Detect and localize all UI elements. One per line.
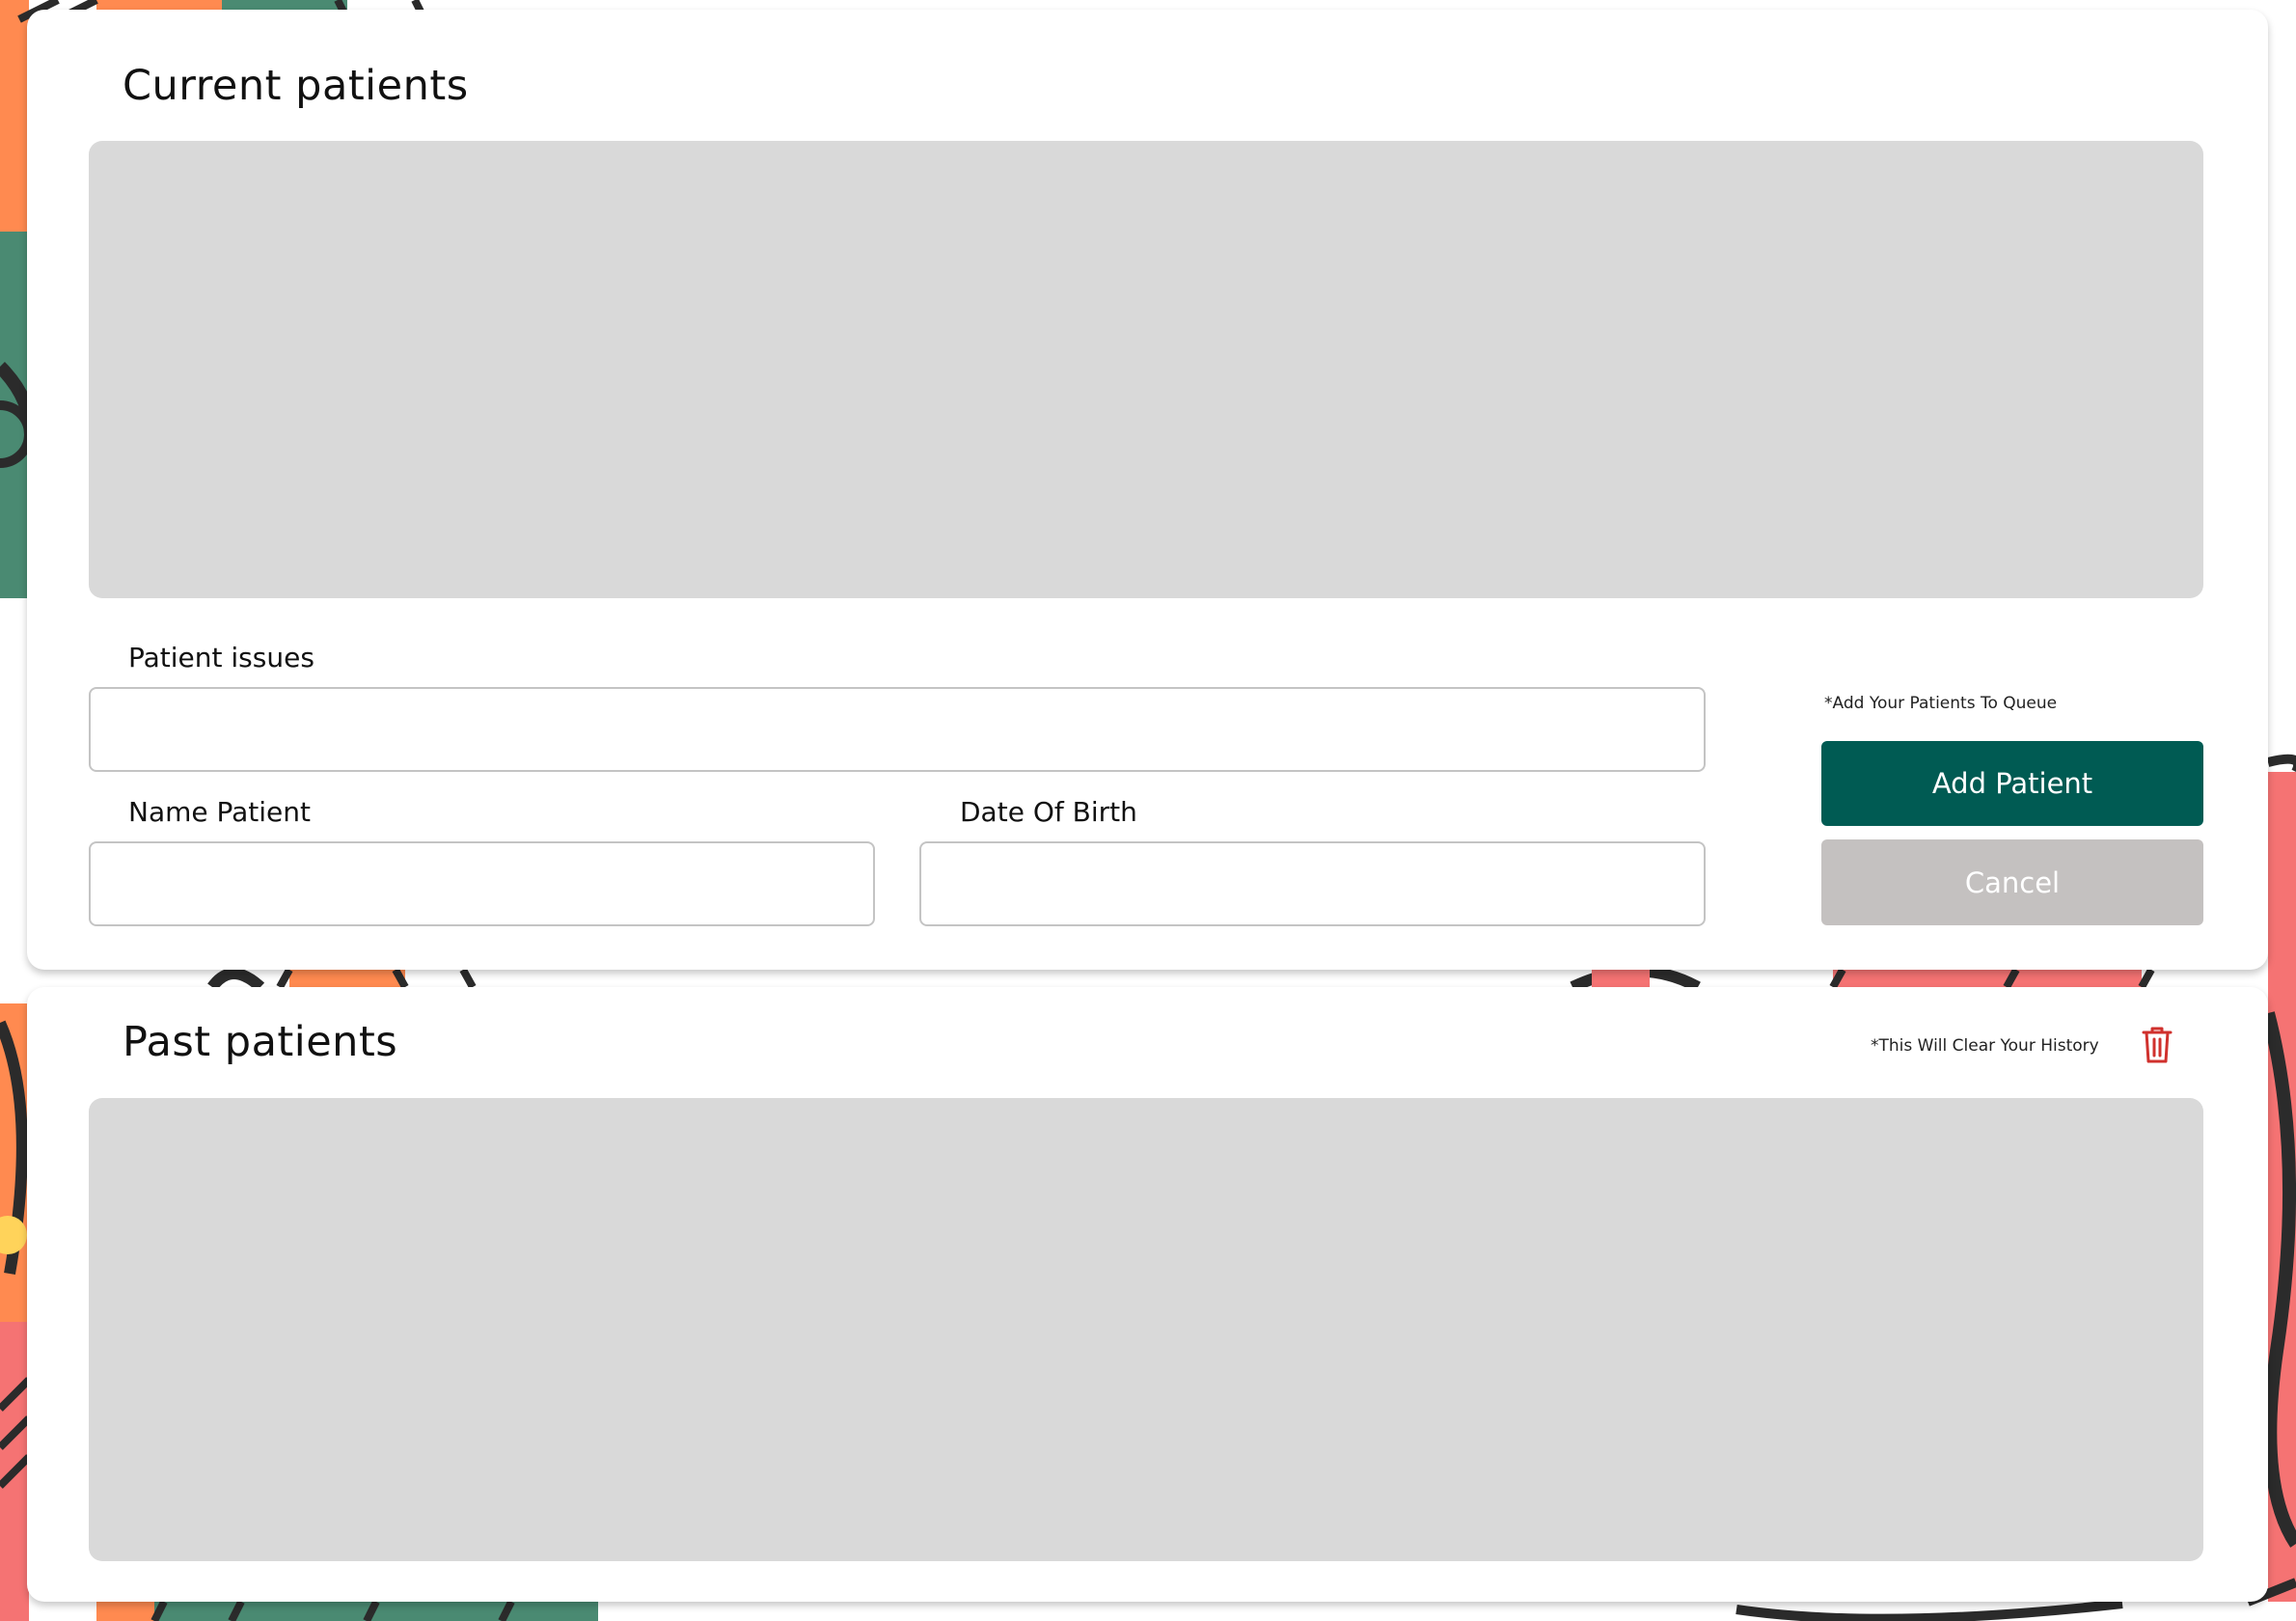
past-patients-list[interactable] (89, 1098, 2203, 1561)
clear-history-hint: *This Will Clear Your History (1871, 1036, 2099, 1056)
patient-issues-input[interactable] (89, 687, 1706, 772)
name-patient-input[interactable] (89, 841, 875, 926)
add-patient-button[interactable]: Add Patient (1821, 741, 2203, 826)
patient-issues-label: Patient issues (128, 642, 314, 673)
date-of-birth-input[interactable] (919, 841, 1706, 926)
name-patient-label: Name Patient (128, 796, 311, 828)
current-patients-card: Current patients Patient issues Name Pat… (27, 10, 2268, 970)
past-patients-title: Past patients (123, 1018, 398, 1066)
date-of-birth-label: Date Of Birth (960, 796, 1137, 828)
clear-history-button[interactable] (2136, 1024, 2178, 1066)
current-patients-list[interactable] (89, 141, 2203, 598)
trash-icon (2142, 1027, 2173, 1063)
cancel-button[interactable]: Cancel (1821, 839, 2203, 925)
current-patients-title: Current patients (123, 62, 469, 110)
queue-hint: *Add Your Patients To Queue (1824, 694, 2058, 713)
past-patients-card: Past patients *This Will Clear Your Hist… (27, 987, 2268, 1602)
